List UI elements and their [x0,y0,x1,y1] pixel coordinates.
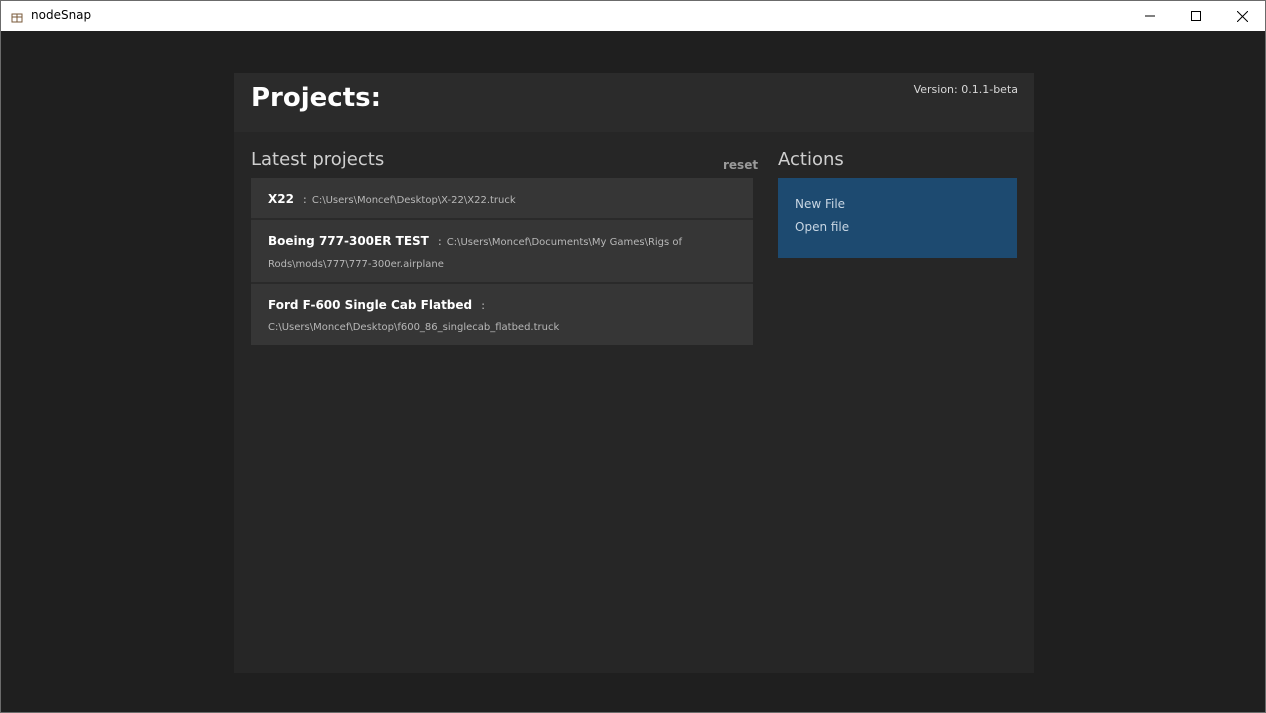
project-separator: : [481,299,485,312]
maximize-button[interactable] [1173,1,1219,31]
projects-panel: Projects: Version: 0.1.1-beta Latest pro… [234,73,1034,673]
project-path: C:\Users\Moncef\Desktop\X-22\X22.truck [311,195,516,206]
project-separator: : [303,193,307,206]
panel-header: Projects: Version: 0.1.1-beta [234,73,1034,132]
actions-heading: Actions [778,149,844,170]
open-file-button[interactable]: Open file [795,220,849,234]
minimize-icon [1145,15,1155,17]
page-title: Projects: [251,83,381,113]
version-label: Version: 0.1.1-beta [913,83,1018,96]
close-icon [1236,10,1248,22]
reset-button[interactable]: reset [723,158,758,172]
latest-projects-heading: Latest projects [251,149,385,170]
new-file-button[interactable]: New File [795,197,845,211]
project-item-x22[interactable]: X22 : C:\Users\Moncef\Desktop\X-22\X22.t… [251,178,753,220]
app-icon [11,9,23,23]
project-item-ford[interactable]: Ford F-600 Single Cab Flatbed : C:\Users… [251,284,753,345]
project-name: Boeing 777-300ER TEST [268,234,429,248]
project-separator: : [437,235,442,248]
project-path: C:\Users\Moncef\Desktop\f600_86_singleca… [268,322,560,333]
project-name: Ford F-600 Single Cab Flatbed [268,298,473,312]
close-button[interactable] [1219,1,1265,31]
project-name: X22 [268,192,294,206]
minimize-button[interactable] [1127,1,1173,31]
app-window: nodeSnap Projects: Version: 0.1.1-beta L… [0,0,1266,713]
actions-box: New File Open file [778,178,1017,258]
maximize-icon [1191,11,1201,21]
window-title: nodeSnap [31,8,92,22]
title-bar[interactable]: nodeSnap [1,1,1265,31]
project-list: X22 : C:\Users\Moncef\Desktop\X-22\X22.t… [251,178,753,345]
project-item-boeing[interactable]: Boeing 777-300ER TEST : C:\Users\Moncef\… [251,220,753,284]
